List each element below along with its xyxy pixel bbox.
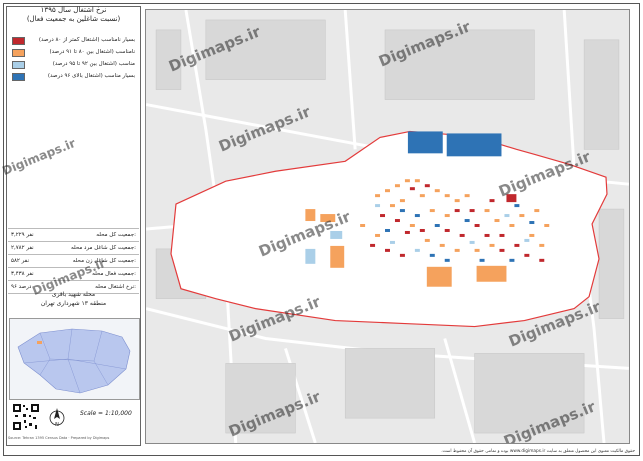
legend-item: بسیار مناسب (اشتغال بالای ۹۶ درصد) <box>8 70 139 82</box>
legend-item: مناسب (اشتغال بین ۹۲ تا ۹۵ درصد) <box>8 58 139 70</box>
legend-item: بسیار نامناسب (اشتغال کمتر از ۸۰ درصد) <box>8 34 139 46</box>
block-orange[interactable] <box>426 266 452 287</box>
inset-map-svg <box>17 328 131 394</box>
legend-item: نامناسب (اشتغال بین ۸۰ تا ۹۱ درصد) <box>8 46 139 58</box>
map-canvas[interactable] <box>146 10 629 443</box>
stats-table: ۳,۲۲۹ نفر جمعیت کل محله: ۲,۷۸۲ نفر جمعیت ک… <box>8 228 139 294</box>
scale-label: Scale = 1:10,000 <box>80 410 132 417</box>
legend-swatch <box>12 37 25 45</box>
legend-swatch <box>12 61 25 69</box>
inset-map <box>9 318 140 400</box>
region-label: محله شهید باقری منطقه ۱۳ شهرداری تهران <box>8 290 139 308</box>
district-name: منطقه ۱۳ شهرداری تهران <box>40 300 107 307</box>
copyright-notice: حقوق مالکیت معنوی این محصول متعلق به سای… <box>441 449 635 454</box>
inset-highlight <box>37 341 42 344</box>
legend: بسیار نامناسب (اشتغال کمتر از ۸۰ درصد) ن… <box>8 34 139 82</box>
block-blue[interactable] <box>446 133 502 157</box>
title-line-1: نرخ اشتغال سال ۱۳۹۵ <box>40 6 107 14</box>
block-orange[interactable] <box>476 265 507 282</box>
stat-row: ۵۸۲ نفر جمعیت کل شاغل زن محله: <box>8 254 139 267</box>
block-orange[interactable] <box>330 245 345 268</box>
main-map[interactable]: Digimaps.ir Digimaps.ir Digimaps.ir Digi… <box>145 9 630 444</box>
title-line-2: (نسبت شاغلین به جمعیت فعال) <box>26 15 121 23</box>
legend-swatch <box>12 73 25 81</box>
stat-row: ۲,۷۸۲ نفر جمعیت کل شاغل مرد محله: <box>8 241 139 254</box>
neighborhood-name: محله شهید باقری <box>51 291 96 298</box>
north-label: N <box>55 422 59 428</box>
map-title: نرخ اشتغال سال ۱۳۹۵ (نسبت شاغلین به جمعی… <box>6 6 141 24</box>
stat-row: ۳,۲۲۹ نفر جمعیت کل محله: <box>8 228 139 241</box>
block-lightblue[interactable] <box>305 248 316 264</box>
north-arrow-icon: N <box>49 408 65 428</box>
legend-swatch <box>12 49 25 57</box>
block-blue[interactable] <box>407 131 443 154</box>
qr-code-icon <box>12 403 40 431</box>
source-note: Source: Tehran 1395 Census Data · Prepar… <box>8 436 110 440</box>
